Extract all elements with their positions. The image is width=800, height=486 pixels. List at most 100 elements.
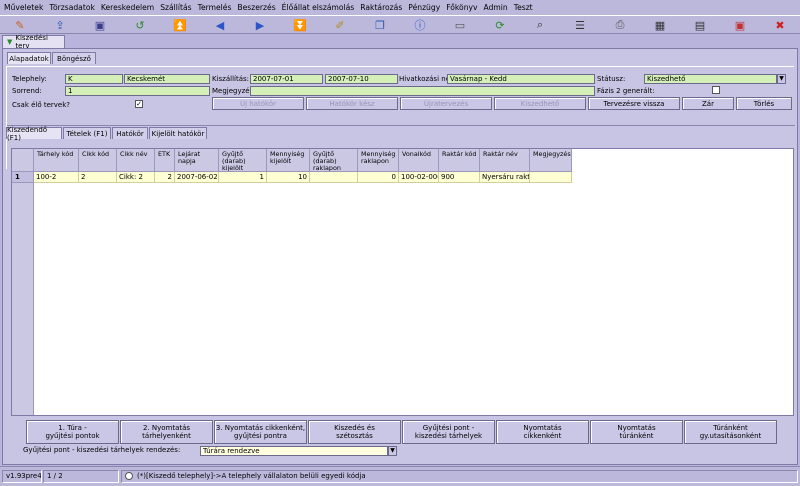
menu-item[interactable]: Raktározás	[360, 3, 402, 12]
toolbar-button[interactable]: ◀	[200, 16, 240, 34]
table-cell[interactable]: 1	[219, 172, 267, 183]
menu-item[interactable]: Admin	[484, 3, 508, 12]
fazis-checkbox[interactable]	[712, 86, 720, 94]
toolbar-button[interactable]: ▣	[80, 16, 120, 34]
toolbar-button[interactable]: ✖	[760, 16, 800, 34]
menu-item[interactable]: Pénzügy	[408, 3, 440, 12]
table-cell[interactable]	[310, 172, 358, 183]
action-button[interactable]: 2. Nyomtatás tárhelyenként	[120, 420, 213, 444]
hatokor-kesz-button[interactable]: Hatókör kész	[306, 97, 398, 110]
statusz-select[interactable]: Kiszedhető	[644, 74, 777, 84]
telephely-name-input[interactable]: Kecskemét	[124, 74, 210, 84]
toolbar-button[interactable]: ✎	[0, 16, 40, 34]
column-header[interactable]: Raktár kód	[439, 149, 480, 172]
menu-item[interactable]: Műveletek	[4, 3, 43, 12]
column-header[interactable]: Gyűjtő (darab) raklapon	[310, 149, 358, 172]
column-header[interactable]: ETK	[155, 149, 175, 172]
table-cell[interactable]	[530, 172, 572, 183]
toolbar-button[interactable]: ▶	[240, 16, 280, 34]
column-header[interactable]: Raktár név	[480, 149, 530, 172]
action-button[interactable]: Gyűjtési pont - kiszedési tárhelyek	[402, 420, 495, 444]
torles-button[interactable]: Törlés	[736, 97, 792, 110]
table-cell[interactable]: 2	[79, 172, 117, 183]
document-icon: ▼	[7, 38, 13, 46]
toolbar-button[interactable]: ✐	[320, 16, 360, 34]
toolbar-button[interactable]: ▦	[640, 16, 680, 34]
menu-item[interactable]: Beszerzés	[237, 3, 275, 12]
tab-alapadatok[interactable]: Alapadatok	[7, 52, 51, 64]
tervezesre-vissza-button[interactable]: Tervezésre vissza	[588, 97, 680, 110]
action-button[interactable]: Kiszedés és szétosztás	[308, 420, 401, 444]
menu-item[interactable]: Termelés	[198, 3, 232, 12]
column-header[interactable]: Cikk név	[117, 149, 155, 172]
table-cell[interactable]: 100-02-000	[399, 172, 439, 183]
tab-tetelek[interactable]: Tételek (F1)	[63, 127, 111, 139]
toolbar-button[interactable]: ⏫	[160, 16, 200, 34]
tab-bongeszo[interactable]: Böngésző	[52, 52, 96, 64]
uj-hatokor-button[interactable]: Új hatókör	[212, 97, 304, 110]
toolbar-button[interactable]: ⌕	[520, 16, 560, 34]
toolbar-button[interactable]: ⏬	[280, 16, 320, 34]
column-header[interactable]: Mennyiség raklapon	[358, 149, 399, 172]
table-cell[interactable]: 10	[267, 172, 310, 183]
menu-item[interactable]: Főkönyv	[446, 3, 477, 12]
column-header[interactable]: Megjegyzés	[530, 149, 572, 172]
csak-elo-checkbox[interactable]: ✓	[135, 100, 143, 108]
toolbar-button[interactable]: ⎙	[600, 16, 640, 34]
column-header[interactable]: Tárhely kód	[34, 149, 79, 172]
kiszallitas-to-input[interactable]: 2007-07-10	[325, 74, 398, 84]
last-icon: ⏬	[293, 18, 307, 32]
chevron-down-icon[interactable]: ▼	[777, 74, 786, 84]
ujratervezes-button[interactable]: Újratervezés	[400, 97, 492, 110]
status-bar: v1.93pre4H 1 / 2 (*)[Kiszedő telephely]-…	[0, 466, 800, 486]
action-button[interactable]: 1. Túra - gyűjtési pontok	[26, 420, 119, 444]
toolbar-button[interactable]: ▤	[680, 16, 720, 34]
toolbar: ✎ ⇪ ▣ ↺ ⏫ ◀ ▶ ⏬ ✐ ❐ ⓘ ▭ ⟳ ⌕ ☰ ⎙ ▦ ▤ ▣ ✖	[0, 15, 800, 34]
document-tab[interactable]: ▼ Kiszedési terv	[2, 34, 65, 50]
data-grid[interactable]: Tárhely kód Cikk kód Cikk név ETK Lejárat na…	[11, 148, 794, 416]
toolbar-button[interactable]: ⟳	[480, 16, 520, 34]
table-cell[interactable]: 900	[439, 172, 480, 183]
table-cell[interactable]: 100-2	[34, 172, 79, 183]
table-cell[interactable]: 0	[358, 172, 399, 183]
action-button[interactable]: 3. Nyomtatás cikkenként, gyűjtési pontra	[214, 420, 307, 444]
toolbar-button[interactable]: ⓘ	[400, 16, 440, 34]
zar-button[interactable]: Zár	[682, 97, 734, 110]
megjegyzes-input[interactable]	[250, 86, 595, 96]
table-cell[interactable]: Cikk: 2	[117, 172, 155, 183]
menu-item[interactable]: Élőállat elszámolás	[282, 3, 355, 12]
table-cell[interactable]: Nyersáru raktár	[480, 172, 530, 183]
action-button[interactable]: Nyomtatás cikkenként	[496, 420, 589, 444]
tab-kijelolt-hatokor[interactable]: Kijelölt hatókör	[149, 127, 207, 139]
action-button[interactable]: Túránként gy.utasításonként	[684, 420, 777, 444]
tab-hatokor[interactable]: Hatókör	[112, 127, 148, 139]
table-cell[interactable]: 2	[155, 172, 175, 183]
menu-item[interactable]: Teszt	[514, 3, 533, 12]
column-header[interactable]: Vonalkód	[399, 149, 439, 172]
toolbar-button[interactable]: ❐	[360, 16, 400, 34]
column-header[interactable]: Gyűjtő (darab) kijelölt	[219, 149, 267, 172]
sorrend-input[interactable]: 1	[65, 86, 210, 96]
hivatkozasi-input[interactable]: Vasárnap - Kedd	[447, 74, 595, 84]
column-header[interactable]: Cikk kód	[79, 149, 117, 172]
toolbar-button[interactable]: ⇪	[40, 16, 80, 34]
menu-item[interactable]: Kereskedelem	[101, 3, 154, 12]
column-header[interactable]: Lejárat napja	[175, 149, 219, 172]
menu-item[interactable]: Törzsadatok	[49, 3, 95, 12]
radio-icon[interactable]	[125, 472, 133, 480]
toolbar-button[interactable]: ↺	[120, 16, 160, 34]
row-number[interactable]: 1	[12, 172, 34, 183]
column-header[interactable]: Mennyiség kijelölt	[267, 149, 310, 172]
toolbar-button[interactable]: ▣	[720, 16, 760, 34]
toolbar-button[interactable]: ▭	[440, 16, 480, 34]
table-cell[interactable]: 2007-06-02	[175, 172, 219, 183]
tab-kiszedendo[interactable]: Kiszedendő (F1)	[6, 126, 62, 142]
kiszedheto-button[interactable]: Kiszedhető	[494, 97, 586, 110]
sort-select[interactable]: Túrára rendezve	[200, 446, 388, 456]
chevron-down-icon[interactable]: ▼	[388, 446, 397, 456]
toolbar-button[interactable]: ☰	[560, 16, 600, 34]
action-button[interactable]: Nyomtatás túránként	[590, 420, 683, 444]
kiszallitas-from-input[interactable]: 2007-07-01	[250, 74, 323, 84]
telephely-code-input[interactable]: K	[65, 74, 123, 84]
menu-item[interactable]: Szállítás	[160, 3, 191, 12]
